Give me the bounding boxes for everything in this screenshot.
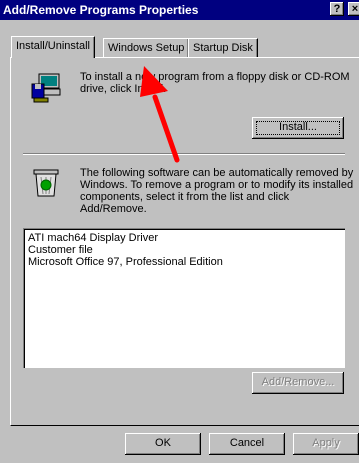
ok-button[interactable]: OK [125, 433, 201, 455]
cancel-button-label: Cancel [229, 437, 265, 449]
section-divider [23, 153, 345, 155]
tab-windows-setup[interactable]: Windows Setup [103, 38, 190, 57]
apply-button-label: Apply [312, 437, 340, 449]
title-bar[interactable]: Add/Remove Programs Properties ? × [0, 0, 359, 20]
list-item[interactable]: Microsoft Office 97, Professional Editio… [28, 256, 223, 268]
close-button[interactable]: × [348, 2, 359, 16]
list-item[interactable]: Customer file [28, 244, 93, 256]
install-description-line-2: drive, click Install. [80, 83, 167, 95]
cancel-button[interactable]: Cancel [209, 433, 285, 455]
remove-description-line-4: Add/Remove. [80, 203, 147, 215]
installed-programs-list[interactable]: ATI mach64 Display Driver Customer file … [23, 228, 345, 368]
install-button-label: Install... [279, 121, 317, 133]
ok-button-label: OK [155, 437, 171, 449]
apply-button[interactable]: Apply [293, 433, 359, 455]
tab-windows-setup-label: Windows Setup [108, 42, 185, 54]
tab-install-uninstall-label: Install/Uninstall [16, 40, 90, 52]
recycle-bin-icon [33, 169, 59, 197]
window-title: Add/Remove Programs Properties [3, 3, 199, 17]
install-wizard-icon [31, 73, 61, 103]
add-remove-button-label: Add/Remove... [261, 376, 335, 388]
install-description-line-1: To install a new program from a floppy d… [80, 71, 350, 83]
tab-startup-disk[interactable]: Startup Disk [188, 38, 258, 57]
add-remove-button[interactable]: Add/Remove... [252, 372, 344, 394]
tab-startup-disk-label: Startup Disk [193, 42, 253, 54]
remove-description-line-1: The following software can be automatica… [80, 167, 354, 179]
remove-description-line-3: components, select it from the list and … [80, 191, 290, 203]
remove-description-line-2: Windows. To remove a program or to modif… [80, 179, 354, 191]
add-remove-programs-dialog: Add/Remove Programs Properties ? × Insta… [0, 0, 359, 463]
tab-install-uninstall[interactable]: Install/Uninstall [11, 36, 95, 58]
list-item[interactable]: ATI mach64 Display Driver [28, 232, 158, 244]
help-button[interactable]: ? [330, 2, 344, 16]
install-button[interactable]: Install... [252, 117, 344, 139]
